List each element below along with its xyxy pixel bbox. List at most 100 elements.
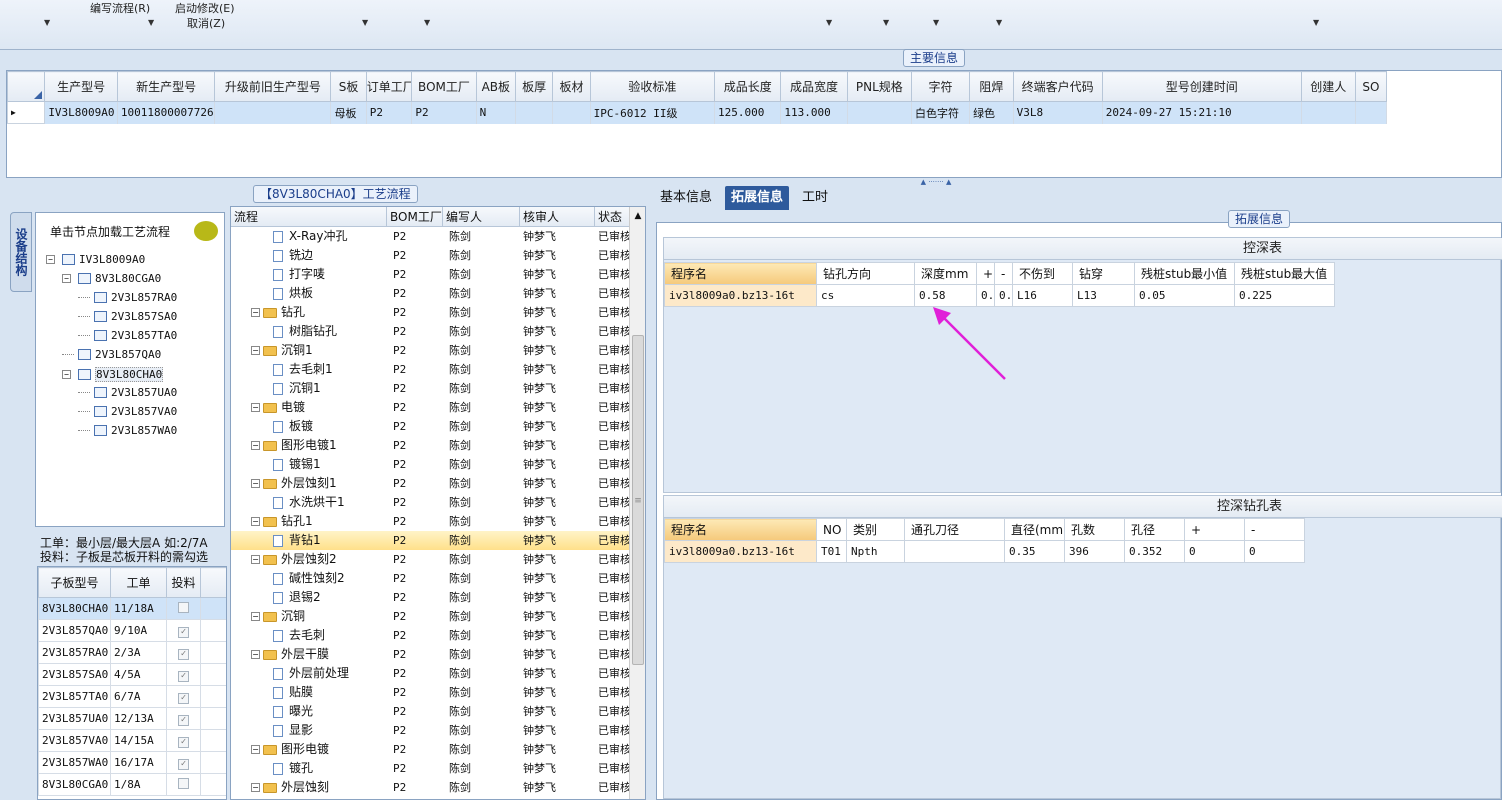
collapse-icon[interactable]: − (251, 517, 260, 526)
column-header[interactable]: BOM工厂 (387, 207, 443, 227)
column-header[interactable]: 孔径 (1124, 518, 1185, 541)
column-header[interactable]: 状态 (595, 207, 631, 227)
drill-table-row[interactable]: iv3l8009a0.bz13-16t T01 Npth 0.35 396 0.352 0 0 (664, 540, 1305, 563)
dropdown-arrow-icon[interactable]: ▼ (362, 18, 368, 27)
table-row[interactable]: 8V3L80CGA0 1/8A (38, 773, 226, 796)
table-row[interactable]: 8V3L80CHA0 11/18A (38, 597, 226, 620)
process-row[interactable]: − 外层蚀刻1 P2 陈剑 钟梦飞 已审核 (231, 474, 631, 493)
column-header[interactable]: 深度mm (914, 262, 977, 285)
collapse-icon[interactable]: − (46, 255, 55, 264)
column-header[interactable]: 程序名 (664, 262, 817, 285)
tree-node[interactable]: 2V3L857UA0 (78, 386, 177, 399)
column-header[interactable]: + (1184, 518, 1245, 541)
column-header[interactable]: 残桩stub最大值 (1234, 262, 1335, 285)
column-header[interactable]: 阻焊 (969, 71, 1014, 102)
process-row[interactable]: 退锡2 P2 陈剑 钟梦飞 已审核 (231, 588, 631, 607)
process-row[interactable]: − 外层干膜 P2 陈剑 钟梦飞 已审核 (231, 645, 631, 664)
column-header[interactable]: - (1244, 518, 1305, 541)
cancel-button[interactable]: 取消(Z) (187, 15, 225, 31)
process-row[interactable]: 贴膜 P2 陈剑 钟梦飞 已审核 (231, 683, 631, 702)
dropdown-arrow-icon[interactable]: ▼ (1313, 18, 1319, 27)
feed-checkbox[interactable]: ✓ (178, 692, 189, 704)
main-info-row[interactable]: ▶ IV3L8009A0 10011800007726 母板 P2 P2 N IPC-601… (6, 101, 1388, 124)
column-header[interactable]: 钻孔方向 (816, 262, 915, 285)
tab-basic-info[interactable]: 基本信息 (654, 186, 718, 210)
dropdown-arrow-icon[interactable]: ▼ (933, 18, 939, 27)
column-header[interactable]: 字符 (910, 71, 971, 102)
collapse-icon[interactable]: − (62, 274, 71, 283)
process-row[interactable]: − 钻孔1 P2 陈剑 钟梦飞 已审核 (231, 512, 631, 531)
process-row[interactable]: 显影 P2 陈剑 钟梦飞 已审核 (231, 721, 631, 740)
column-header[interactable]: 成品宽度 (780, 71, 848, 102)
column-header[interactable]: - (994, 262, 1013, 285)
process-row[interactable]: − 钻孔 P2 陈剑 钟梦飞 已审核 (231, 303, 631, 322)
feed-checkbox[interactable]: ✓ (178, 648, 189, 660)
column-header[interactable]: PNL规格 (846, 71, 913, 102)
column-header[interactable]: 终端客户代码 (1012, 71, 1103, 102)
dropdown-arrow-icon[interactable]: ▼ (996, 18, 1002, 27)
process-scrollbar[interactable]: ▲ ≡ (629, 207, 645, 799)
column-header[interactable]: 投料 (166, 567, 201, 598)
column-header[interactable]: 验收标准 (589, 71, 716, 102)
column-header[interactable]: 创建人 (1300, 71, 1356, 102)
column-header[interactable]: BOM工厂 (411, 71, 477, 102)
process-row[interactable]: − 外层蚀刻2 P2 陈剑 钟梦飞 已审核 (231, 550, 631, 569)
feed-checkbox[interactable]: ✓ (178, 714, 189, 726)
column-header[interactable]: 程序名 (664, 518, 817, 541)
collapse-icon[interactable]: − (251, 650, 260, 659)
process-row[interactable]: − 外层蚀刻 P2 陈剑 钟梦飞 已审核 (231, 778, 631, 797)
tree-node[interactable]: − IV3L8009A0 (46, 253, 145, 266)
process-row[interactable]: 板镀 P2 陈剑 钟梦飞 已审核 (231, 417, 631, 436)
collapse-icon[interactable]: − (251, 479, 260, 488)
process-row[interactable]: 背钻1 P2 陈剑 钟梦飞 已审核 (231, 531, 631, 550)
column-header[interactable]: 流程 (231, 207, 387, 227)
dropdown-arrow-icon[interactable]: ▼ (148, 18, 154, 27)
column-header[interactable]: 通孔刀径 (904, 518, 1005, 541)
tab-device-structure[interactable]: 设备结构 (10, 212, 32, 292)
comment-icon[interactable] (194, 221, 218, 241)
start-modify-button[interactable]: 启动修改(E) (175, 0, 235, 16)
tree-node[interactable]: − 8V3L80CHA0 (62, 367, 164, 382)
process-row[interactable]: 去毛刺1 P2 陈剑 钟梦飞 已审核 (231, 360, 631, 379)
process-row[interactable]: 镀锡1 P2 陈剑 钟梦飞 已审核 (231, 455, 631, 474)
column-header[interactable]: 类别 (846, 518, 905, 541)
scroll-thumb[interactable]: ≡ (632, 335, 644, 665)
column-header[interactable]: 工单 (110, 567, 167, 598)
column-header[interactable]: 直径(mm) (1004, 518, 1065, 541)
column-header[interactable]: + (976, 262, 995, 285)
process-row[interactable]: 烘板 P2 陈剑 钟梦飞 已审核 (231, 284, 631, 303)
column-header[interactable]: 板材 (552, 71, 591, 102)
column-header[interactable]: S板 (330, 71, 367, 102)
process-row[interactable]: 水洗烘干1 P2 陈剑 钟梦飞 已审核 (231, 493, 631, 512)
collapse-icon[interactable]: − (251, 403, 260, 412)
feed-checkbox[interactable]: ✓ (178, 670, 189, 682)
collapse-icon[interactable]: − (251, 441, 260, 450)
column-header[interactable]: NO (816, 518, 847, 541)
tree-node[interactable]: 2V3L857RA0 (78, 291, 177, 304)
process-row[interactable]: 打字唛 P2 陈剑 钟梦飞 已审核 (231, 265, 631, 284)
process-row[interactable]: 铣边 P2 陈剑 钟梦飞 已审核 (231, 246, 631, 265)
process-row[interactable]: − 图形电镀 P2 陈剑 钟梦飞 已审核 (231, 740, 631, 759)
tab-work-hours[interactable]: 工时 (796, 186, 834, 210)
splitter-grip-icon[interactable]: ▲ ······· ▲ (903, 179, 969, 186)
column-header[interactable]: 成品长度 (714, 71, 782, 102)
column-header[interactable]: AB板 (475, 71, 517, 102)
process-row[interactable]: 外层前处理 P2 陈剑 钟梦飞 已审核 (231, 664, 631, 683)
column-header[interactable]: 型号创建时间 (1101, 71, 1302, 102)
collapse-icon[interactable]: − (251, 783, 260, 792)
tree-node[interactable]: 2V3L857QA0 (62, 348, 161, 361)
collapse-icon[interactable]: − (251, 612, 260, 621)
tree-node[interactable]: 2V3L857TA0 (78, 329, 177, 342)
collapse-icon[interactable]: − (251, 346, 260, 355)
tree-node[interactable]: 2V3L857VA0 (78, 405, 177, 418)
table-row[interactable]: 2V3L857WA0 16/17A ✓ (38, 751, 226, 774)
collapse-icon[interactable]: − (62, 370, 71, 379)
column-header[interactable]: SO (1354, 71, 1388, 102)
column-header[interactable]: 编写人 (443, 207, 520, 227)
column-header[interactable]: 子板型号 (38, 567, 111, 598)
table-row[interactable]: 2V3L857RA0 2/3A ✓ (38, 641, 226, 664)
column-header[interactable]: 升级前旧生产型号 (214, 71, 332, 102)
process-row[interactable]: 镀孔 P2 陈剑 钟梦飞 已审核 (231, 759, 631, 778)
feed-checkbox[interactable]: ✓ (178, 626, 189, 638)
table-row[interactable]: 2V3L857TA0 6/7A ✓ (38, 685, 226, 708)
